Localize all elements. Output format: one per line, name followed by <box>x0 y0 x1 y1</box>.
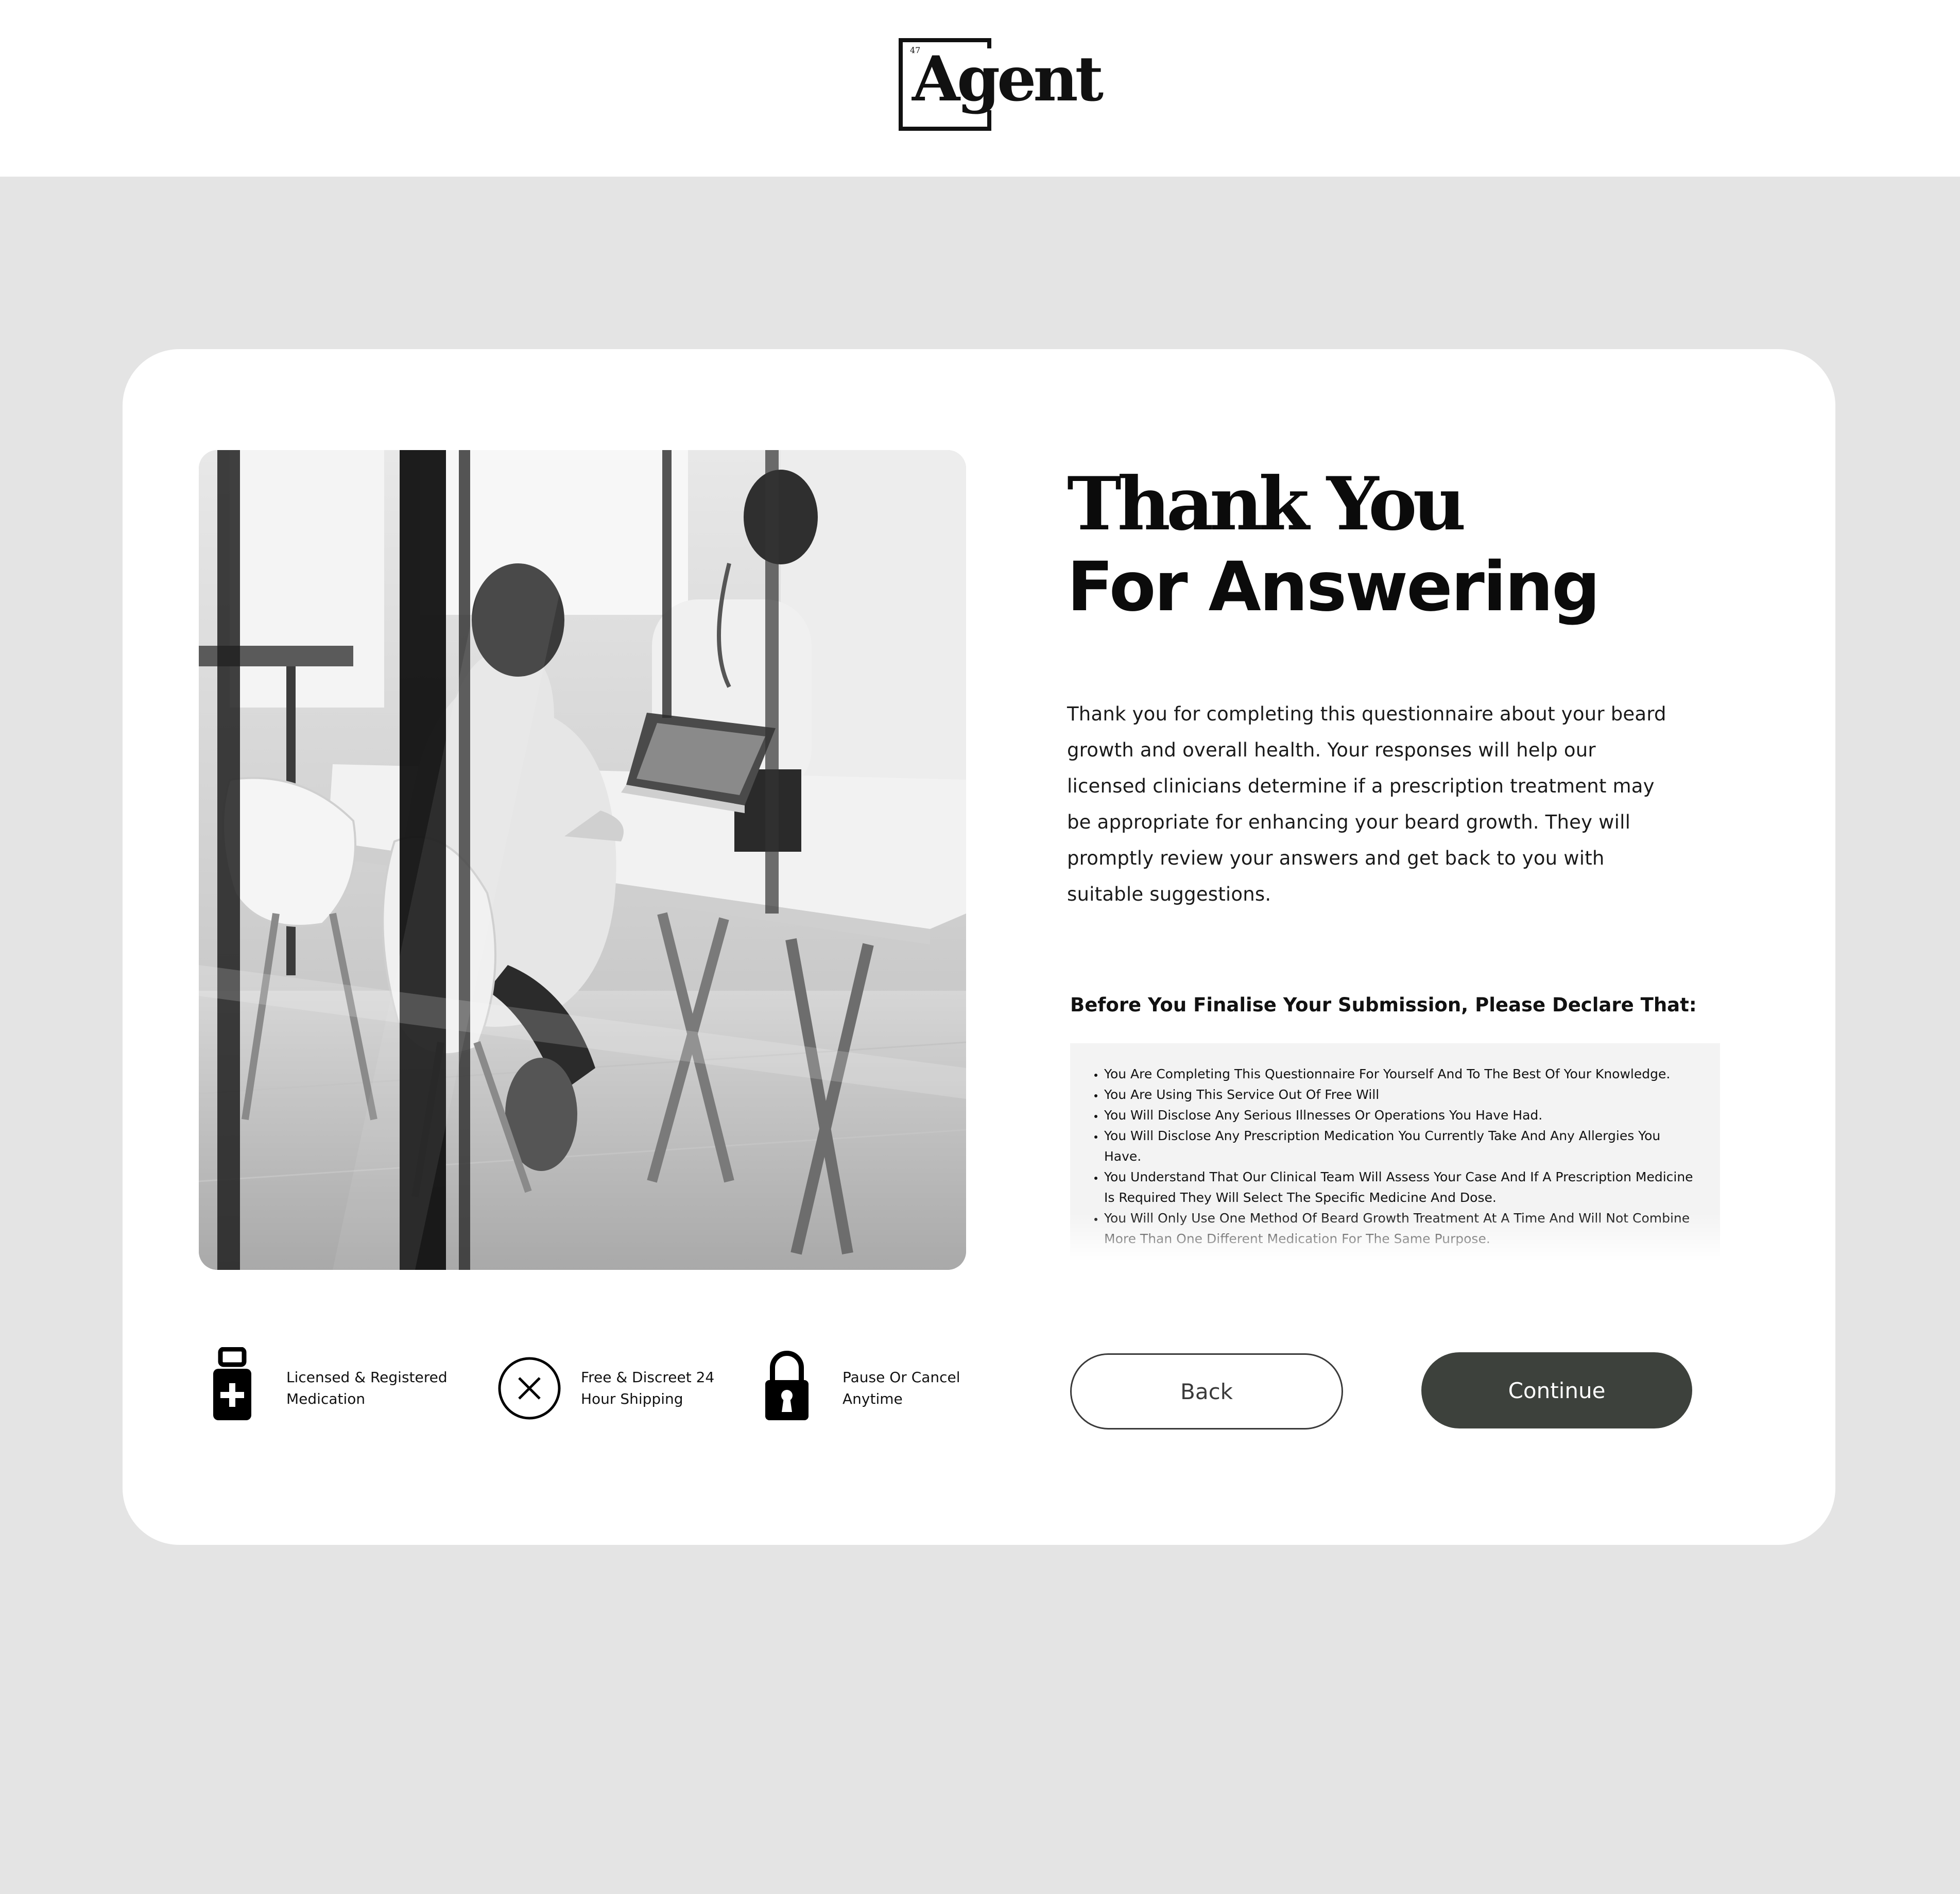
intro-paragraph: Thank you for completing this questionna… <box>1067 703 1666 905</box>
feature-free-shipping: Free & Discreet 24 Hour Shipping <box>496 1347 723 1424</box>
medicine-bottle-icon <box>209 1347 276 1424</box>
close-circle-icon <box>496 1347 563 1424</box>
site-header: Agent 47 <box>0 0 1960 177</box>
feature-pause-cancel: Pause Or Cancel Anytime <box>761 1347 977 1424</box>
feature-licensed-medication: Licensed & Registered Medication <box>209 1347 448 1424</box>
declaration-item: You Understand That Our Clinical Team Wi… <box>1104 1167 1699 1208</box>
page-title-line1: Thank You <box>1067 461 1466 547</box>
declaration-item: You Will Disclose Any Prescription Medic… <box>1104 1126 1699 1167</box>
continue-button[interactable]: Continue <box>1421 1352 1692 1428</box>
declaration-scroll-box[interactable]: You Are Completing This Questionnaire Fo… <box>1070 1043 1720 1260</box>
continue-button-label: Continue <box>1508 1378 1606 1403</box>
feature-label: Free & Discreet 24 Hour Shipping <box>581 1369 715 1407</box>
confirmation-card: Thank You For Answering Thank you for co… <box>123 349 1835 1545</box>
back-button[interactable]: Back <box>1070 1353 1343 1430</box>
logo-number: 47 <box>910 45 921 55</box>
declaration-heading: Before You Finalise Your Submission, Ple… <box>1070 994 1697 1016</box>
declaration-list: You Are Completing This Questionnaire Fo… <box>1070 1043 1720 1249</box>
logo-wordmark: Agent <box>912 48 1104 110</box>
declaration-item: You Are Using This Service Out Of Free W… <box>1104 1084 1699 1105</box>
back-button-label: Back <box>1180 1379 1233 1404</box>
padlock-icon <box>761 1347 828 1424</box>
page-title-line2: For Answering <box>1067 547 1601 627</box>
declaration-item: You Will Disclose Any Serious Illnesses … <box>1104 1105 1699 1126</box>
feature-label: Pause Or Cancel Anytime <box>843 1369 960 1407</box>
declaration-item: You Are Completing This Questionnaire Fo… <box>1104 1064 1699 1084</box>
feature-label: Licensed & Registered Medication <box>286 1369 448 1407</box>
agent-logo[interactable]: Agent 47 <box>899 38 1104 131</box>
declaration-item: You Will Only Use One Method Of Beard Gr… <box>1104 1208 1699 1249</box>
doctors-meeting-photo <box>199 450 966 1270</box>
